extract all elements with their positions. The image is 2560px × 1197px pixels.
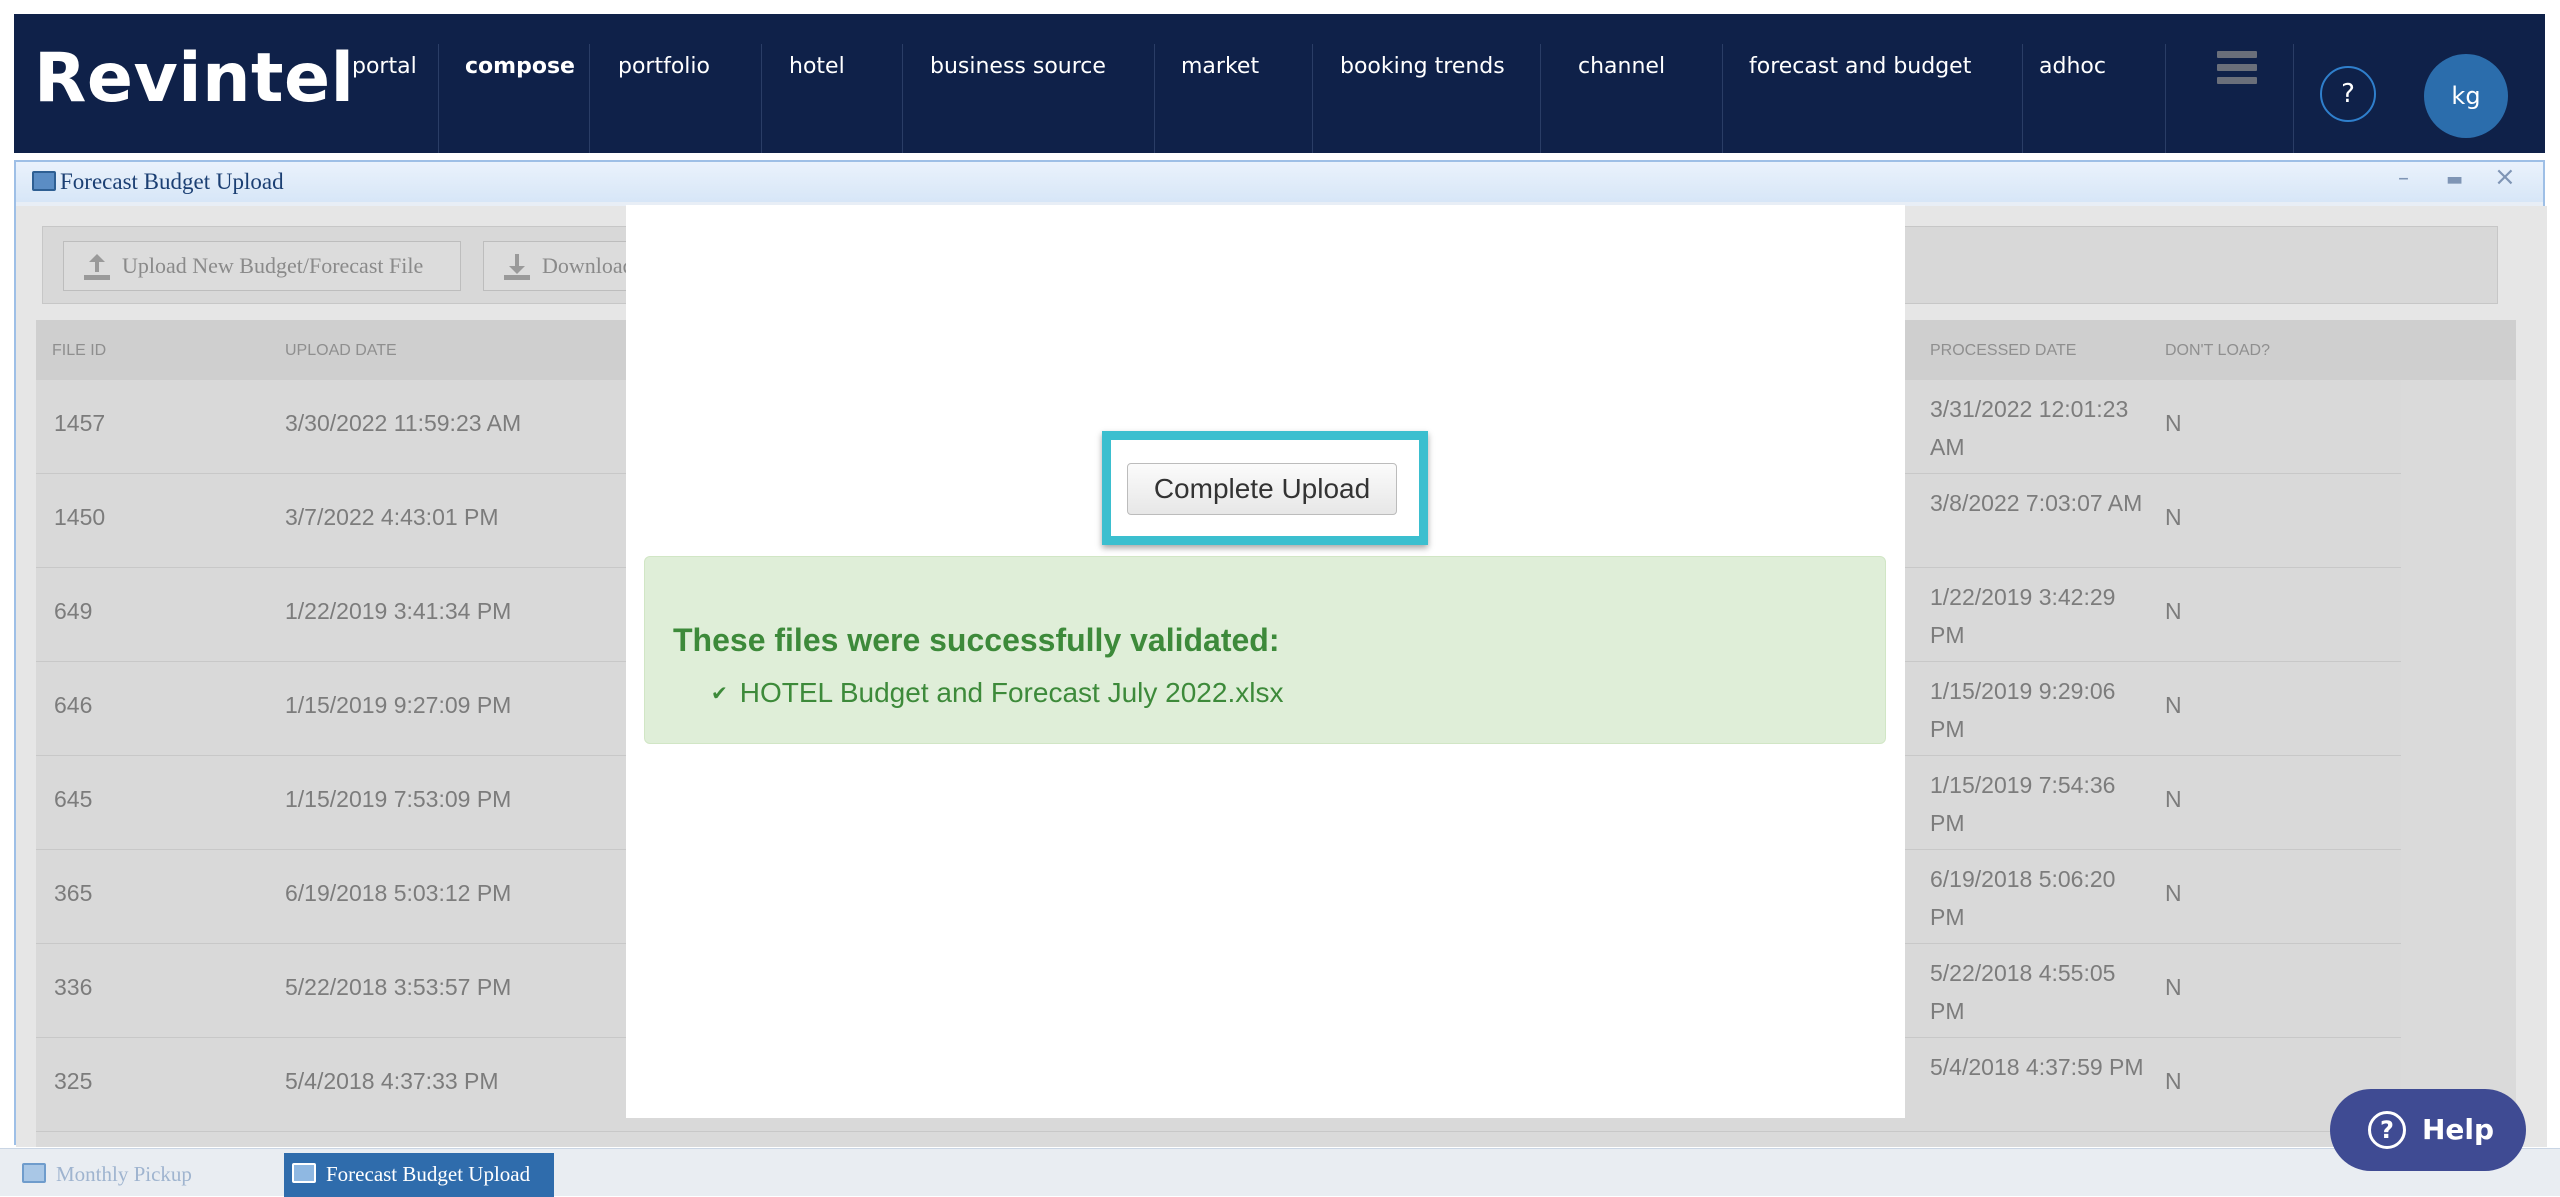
cell-file-id: 645 — [54, 786, 93, 812]
nav-portfolio[interactable]: portfolio — [618, 54, 710, 79]
cell-upload-date: 3/30/2022 11:59:23 AM — [285, 410, 522, 436]
validated-file-name: HOTEL Budget and Forecast July 2022.xlsx — [739, 677, 1284, 708]
nav-hotel[interactable]: hotel — [789, 54, 845, 79]
upload-modal: Complete Upload These files were success… — [626, 205, 1905, 1118]
nav-channel[interactable]: channel — [1578, 54, 1665, 79]
cell-dont-load: N — [2165, 1068, 2182, 1094]
cell-processed-date: 3/31/2022 12:01:23 AM — [1930, 396, 2129, 460]
window-titlebar[interactable]: Forecast Budget Upload – ▬ × — [16, 162, 2543, 202]
cell-file-id: 365 — [54, 880, 93, 906]
maximize-icon[interactable]: ▬ — [2446, 169, 2463, 190]
window-app-icon — [32, 171, 56, 191]
cell-processed-date: 6/19/2018 5:06:20 PM — [1930, 866, 2116, 930]
nav-forecast-and-budget[interactable]: forecast and budget — [1749, 54, 1971, 79]
complete-upload-highlight: Complete Upload — [1102, 431, 1428, 545]
nav-compose[interactable]: compose — [465, 54, 575, 79]
cell-file-id: 325 — [54, 1068, 93, 1094]
nav-divider — [438, 44, 439, 153]
question-icon: ? — [2368, 1111, 2406, 1149]
download-icon — [504, 254, 530, 280]
cell-dont-load: N — [2165, 598, 2182, 624]
cell-dont-load: N — [2165, 786, 2182, 812]
cell-upload-date: 5/4/2018 4:37:33 PM — [285, 1068, 499, 1094]
nav-divider — [1312, 44, 1313, 153]
cell-upload-date: 1/22/2019 3:41:34 PM — [285, 598, 512, 624]
validated-file-item: ✔ HOTEL Budget and Forecast July 2022.xls… — [711, 677, 1283, 709]
task-label: Forecast Budget Upload — [326, 1162, 531, 1186]
cell-dont-load: N — [2165, 880, 2182, 906]
cell-file-id: 336 — [54, 974, 93, 1000]
complete-upload-button[interactable]: Complete Upload — [1127, 463, 1397, 515]
validation-success-alert: These files were successfully validated:… — [644, 556, 1886, 744]
task-label: Monthly Pickup — [56, 1162, 192, 1186]
cell-file-id: 649 — [54, 598, 93, 624]
cell-upload-date: 3/7/2022 4:43:01 PM — [285, 504, 499, 530]
nav-divider — [2165, 44, 2166, 153]
help-widget-button[interactable]: ? Help — [2330, 1089, 2526, 1171]
nav-divider — [1154, 44, 1155, 153]
help-question-icon[interactable]: ? — [2320, 66, 2376, 122]
cell-processed-date: 5/22/2018 4:55:05 PM — [1930, 960, 2116, 1024]
cell-processed-date: 1/15/2019 7:54:36 PM — [1930, 772, 2116, 836]
cell-dont-load: N — [2165, 692, 2182, 718]
nav-market[interactable]: market — [1181, 54, 1259, 79]
nav-business-source[interactable]: business source — [930, 54, 1106, 79]
cell-upload-date: 1/15/2019 9:27:09 PM — [285, 692, 512, 718]
nav-divider — [902, 44, 903, 153]
nav-adhoc[interactable]: adhoc — [2039, 54, 2106, 79]
header-file-id[interactable]: FILE ID — [52, 342, 106, 360]
cell-dont-load: N — [2165, 410, 2182, 436]
upload-icon — [84, 254, 110, 280]
nav-portal[interactable]: portal — [352, 54, 417, 79]
top-navbar: Revintel portal compose portfolio hotel … — [14, 14, 2545, 153]
header-dont-load[interactable]: DON'T LOAD? — [2165, 342, 2270, 360]
window-app-icon — [292, 1163, 316, 1183]
nav-divider — [1540, 44, 1541, 153]
header-processed-date[interactable]: PROCESSED DATE — [1930, 342, 2076, 360]
close-icon[interactable]: × — [2494, 162, 2516, 192]
download-label: Download — [542, 253, 634, 278]
brand-logo[interactable]: Revintel — [34, 39, 354, 118]
upload-file-label: Upload New Budget/Forecast File — [122, 253, 424, 278]
cell-dont-load: N — [2165, 504, 2182, 530]
window-taskbar: Monthly Pickup Forecast Budget Upload — [0, 1148, 2560, 1197]
task-monthly-pickup[interactable]: Monthly Pickup — [14, 1153, 264, 1197]
alert-title: These files were successfully validated: — [673, 622, 1280, 658]
cell-upload-date: 1/15/2019 7:53:09 PM — [285, 786, 512, 812]
nav-divider — [761, 44, 762, 153]
cell-file-id: 646 — [54, 692, 93, 718]
cell-processed-date: 1/22/2019 3:42:29 PM — [1930, 584, 2116, 648]
cell-file-id: 1457 — [54, 410, 106, 436]
cell-file-id: 1450 — [54, 504, 106, 530]
nav-divider — [1722, 44, 1723, 153]
nav-divider — [589, 44, 590, 153]
cell-upload-date: 5/22/2018 3:53:57 PM — [285, 974, 512, 1000]
cell-processed-date: 1/15/2019 9:29:06 PM — [1930, 678, 2116, 742]
nav-booking-trends[interactable]: booking trends — [1340, 54, 1505, 79]
header-upload-date[interactable]: UPLOAD DATE — [285, 342, 397, 360]
nav-divider — [2293, 44, 2294, 153]
user-avatar[interactable]: kg — [2424, 54, 2508, 138]
help-label: Help — [2422, 1113, 2495, 1146]
task-forecast-budget-upload[interactable]: Forecast Budget Upload — [284, 1153, 554, 1197]
window-title: Forecast Budget Upload — [60, 169, 284, 194]
upload-file-button[interactable]: Upload New Budget/Forecast File — [63, 241, 461, 291]
cell-processed-date: 5/4/2018 4:37:59 PM — [1930, 1054, 2144, 1080]
hamburger-icon[interactable] — [2217, 51, 2257, 87]
nav-divider — [2022, 44, 2023, 153]
window-app-icon — [22, 1163, 46, 1183]
cell-upload-date: 6/19/2018 5:03:12 PM — [285, 880, 512, 906]
cell-processed-date: 3/8/2022 7:03:07 AM — [1930, 490, 2143, 516]
checkmark-icon: ✔ — [711, 681, 728, 705]
cell-dont-load: N — [2165, 974, 2182, 1000]
minimize-icon[interactable]: – — [2398, 166, 2409, 191]
